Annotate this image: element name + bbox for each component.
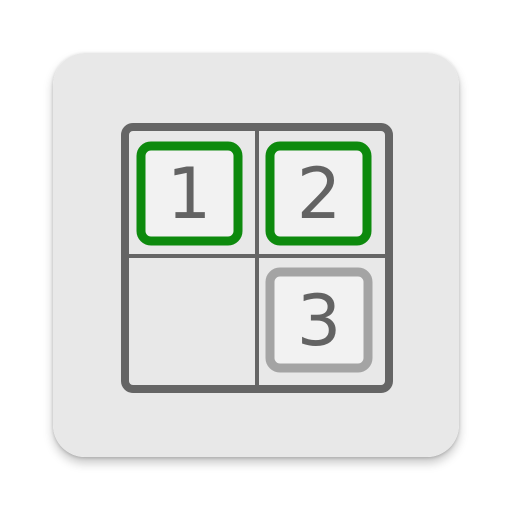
cell-4[interactable]: 3 (265, 267, 373, 373)
cell-4-digit: 3 (297, 280, 342, 362)
cell-1[interactable]: 1 (136, 141, 243, 246)
cell-2-digit: 2 (297, 153, 342, 235)
app-icon-tile[interactable]: 1 2 3 (53, 53, 459, 457)
puzzle-grid-icon: 1 2 3 (53, 53, 459, 457)
cell-1-digit: 1 (167, 153, 212, 235)
cell-2[interactable]: 2 (265, 141, 372, 246)
